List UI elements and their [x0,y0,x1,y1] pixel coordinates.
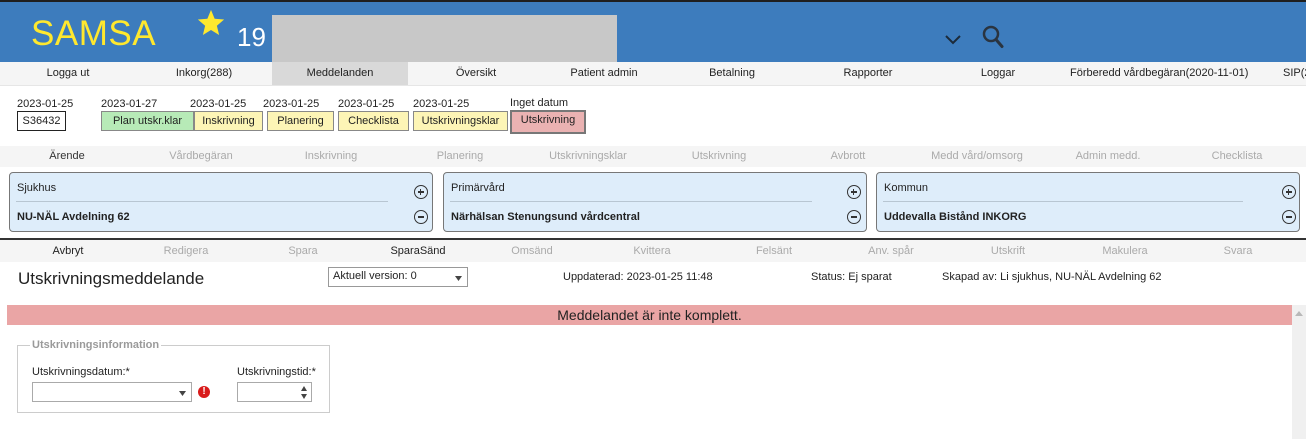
tab-care-request[interactable]: Vårdbegäran [134,146,268,167]
panel-title: Kommun [884,182,929,194]
hospital-panel: Sjukhus NU-NÄL Avdelning 62 [9,172,433,232]
primary-care-panel: Primärvård Närhälsan Stenungsund vårdcen… [443,172,867,232]
edit-button[interactable]: Redigera [118,240,254,262]
tab-admission[interactable]: Inskrivning [264,146,398,167]
panel-title: Primärvård [451,182,505,194]
group-legend: Utskrivningsinformation [30,339,162,352]
date-label: 2023-01-25 [338,98,395,110]
add-icon[interactable] [414,185,428,199]
step-admission[interactable]: Inskrivning [194,111,263,131]
remove-icon[interactable] [414,210,428,224]
discharge-date-label: Utskrivningsdatum:* [32,366,130,378]
tab-checklist[interactable]: Checklista [1170,146,1304,167]
step-checklist[interactable]: Checklista [338,111,409,131]
incomplete-alert: Meddelandet är inte komplett. [7,305,1292,325]
menu-item-prepared-request[interactable]: Förberedd vårdbegäran(2020-11-01) [1058,62,1278,85]
menu-item-logs[interactable]: Loggar [930,62,1066,85]
panel-title: Sjukhus [17,182,57,194]
step-discharge-ready[interactable]: Utskrivningsklar [413,111,508,131]
created-by: Skapad av: Li sjukhus, NU-NÄL Avdelning … [942,271,1162,283]
message-actions: Avbryt Redigera Spara SparaSänd Omsänd K… [0,240,1306,262]
add-icon[interactable] [1282,185,1296,199]
scroll-up-icon[interactable] [1295,311,1303,316]
chevron-down-icon[interactable] [179,391,186,396]
stepper-down-icon[interactable] [301,394,307,399]
discharge-info-group: Utskrivningsinformation Utskrivningsdatu… [17,339,330,413]
date-label: 2023-01-25 [190,98,247,110]
main-menu: Logga ut Inkorg(288) Meddelanden Översik… [0,62,1306,86]
tab-planning[interactable]: Planering [393,146,527,167]
chevron-down-icon[interactable] [944,33,962,47]
stepper-up-icon[interactable] [301,386,307,391]
municipality-panel: Kommun Uddevalla Bistånd INKORG [876,172,1300,232]
menu-item-inbox[interactable]: Inkorg(288) [136,62,272,85]
tab-admin-message[interactable]: Admin medd. [1041,146,1175,167]
favorites-count: 19 [237,22,266,52]
search-icon[interactable] [981,24,1005,50]
case-tabs: Ärende Vårdbegäran Inskrivning Planering… [0,146,1306,167]
discharge-date-picker[interactable] [32,382,192,402]
tab-case[interactable]: Ärende [0,146,134,167]
page-title: Utskrivningsmeddelande [18,269,205,288]
app-header: SAMSA 19 [0,0,1306,64]
updated-timestamp: Uppdaterad: 2023-01-25 11:48 [563,271,713,283]
remove-icon[interactable] [1282,210,1296,224]
cancel-button[interactable]: Avbryt [0,240,136,262]
divider [450,201,812,202]
error-icon: ! [198,386,210,398]
date-label: 2023-01-25 [413,98,470,110]
menu-item-logout[interactable]: Logga ut [0,62,136,85]
panel-value: Uddevalla Bistånd INKORG [884,211,1027,223]
search-input[interactable] [272,15,617,64]
divider [883,201,1243,202]
tab-discharge[interactable]: Utskrivning [652,146,786,167]
menu-item-payment[interactable]: Betalning [664,62,800,85]
panel-value: NU-NÄL Avdelning 62 [17,211,130,223]
tab-discharge-ready[interactable]: Utskrivningsklar [521,146,655,167]
acknowledge-button[interactable]: Kvittera [584,240,720,262]
menu-item-overview[interactable]: Översikt [408,62,544,85]
patient-id: S36432 [17,111,66,131]
date-label: 2023-01-25 [263,98,320,110]
chevron-down-icon [455,276,462,281]
process-status: 2023-01-25 2023-01-27 2023-01-25 2023-01… [0,86,1306,144]
missent-button[interactable]: Felsänt [706,240,842,262]
status-text: Status: Ej sparat [811,271,892,283]
menu-item-sip[interactable]: SIP(2 [1283,62,1306,85]
print-button[interactable]: Utskrift [940,240,1076,262]
add-icon[interactable] [847,185,861,199]
step-discharge[interactable]: Utskrivning [510,110,586,134]
step-planning[interactable]: Planering [267,111,334,131]
discharge-time-label: Utskrivningstid:* [237,366,316,378]
divider [16,201,388,202]
scrollbar[interactable] [1292,305,1306,439]
app-title: SAMSA [31,14,157,53]
menu-item-patient-admin[interactable]: Patient admin [536,62,672,85]
version-select[interactable]: Aktuell version: 0 [328,267,468,287]
date-label: Inget datum [510,97,569,109]
star-icon[interactable] [196,8,226,38]
panel-value: Närhälsan Stenungsund vårdcentral [451,211,640,223]
menu-item-reports[interactable]: Rapporter [800,62,936,85]
discharge-time-stepper[interactable] [237,382,312,402]
tab-interruption[interactable]: Avbrott [781,146,915,167]
date-label: 2023-01-25 [17,98,74,110]
remove-icon[interactable] [847,210,861,224]
reply-button[interactable]: Svara [1170,240,1306,262]
tab-care-message[interactable]: Medd vård/omsorg [910,146,1044,167]
menu-item-messages[interactable]: Meddelanden [272,62,408,85]
resend-button[interactable]: Omsänd [464,240,600,262]
step-plan-ready[interactable]: Plan utskr.klar [101,111,194,131]
version-select-value: Aktuell version: 0 [333,270,417,282]
date-label: 2023-01-27 [101,98,158,110]
user-trace-button[interactable]: Anv. spår [823,240,959,262]
